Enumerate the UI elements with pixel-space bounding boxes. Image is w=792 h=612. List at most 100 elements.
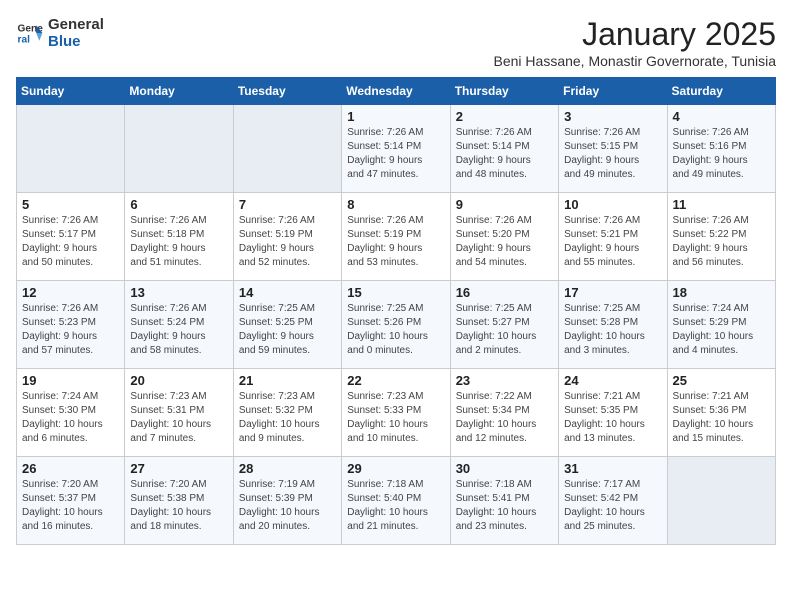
calendar-cell: 27 Sunrise: 7:20 AM Sunset: 5:38 PM Dayli… <box>125 457 233 545</box>
calendar-cell: 17 Sunrise: 7:25 AM Sunset: 5:28 PM Dayli… <box>559 281 667 369</box>
calendar-cell: 4Sunrise: 7:26 AM Sunset: 5:16 PM Daylig… <box>667 105 775 193</box>
day-number: 9 <box>456 197 553 212</box>
title-block: January 2025 Beni Hassane, Monastir Gove… <box>494 16 776 69</box>
day-info: Sunrise: 7:23 AM Sunset: 5:32 PM Dayligh… <box>239 390 336 446</box>
day-info: Sunrise: 7:25 AM Sunset: 5:25 PM Dayligh… <box>239 302 336 358</box>
calendar-cell: 24 Sunrise: 7:21 AM Sunset: 5:35 PM Dayli… <box>559 369 667 457</box>
day-info: Sunrise: 7:24 AM Sunset: 5:30 PM Dayligh… <box>22 390 119 446</box>
calendar-header: SundayMondayTuesdayWednesdayThursdayFrid… <box>17 78 776 105</box>
calendar-cell <box>233 105 341 193</box>
day-info: Sunrise: 7:26 AM Sunset: 5:23 PM Dayligh… <box>22 302 119 358</box>
day-number: 31 <box>564 461 661 476</box>
calendar-cell: 8 Sunrise: 7:26 AM Sunset: 5:19 PM Daylig… <box>342 193 450 281</box>
calendar-cell: 21 Sunrise: 7:23 AM Sunset: 5:32 PM Dayli… <box>233 369 341 457</box>
day-number: 24 <box>564 373 661 388</box>
day-info: Sunrise: 7:23 AM Sunset: 5:33 PM Dayligh… <box>347 390 444 446</box>
day-info: Sunrise: 7:26 AM Sunset: 5:21 PM Dayligh… <box>564 214 661 270</box>
day-number: 11 <box>673 197 770 212</box>
calendar-cell: 5 Sunrise: 7:26 AM Sunset: 5:17 PM Daylig… <box>17 193 125 281</box>
day-number: 22 <box>347 373 444 388</box>
day-info: Sunrise: 7:22 AM Sunset: 5:34 PM Dayligh… <box>456 390 553 446</box>
day-info: Sunrise: 7:23 AM Sunset: 5:31 PM Dayligh… <box>130 390 227 446</box>
calendar-cell: 6Sunrise: 7:26 AM Sunset: 5:18 PM Daylig… <box>125 193 233 281</box>
day-number: 20 <box>130 373 227 388</box>
day-info: Sunrise: 7:26 AM Sunset: 5:19 PM Dayligh… <box>347 214 444 270</box>
day-info: Sunrise: 7:21 AM Sunset: 5:36 PM Dayligh… <box>673 390 770 446</box>
day-number: 23 <box>456 373 553 388</box>
day-number: 14 <box>239 285 336 300</box>
calendar-cell: 18 Sunrise: 7:24 AM Sunset: 5:29 PM Dayli… <box>667 281 775 369</box>
day-number: 29 <box>347 461 444 476</box>
calendar-cell: 30 Sunrise: 7:18 AM Sunset: 5:41 PM Dayli… <box>450 457 558 545</box>
day-info: Sunrise: 7:26 AM Sunset: 5:20 PM Dayligh… <box>456 214 553 270</box>
header-day-monday: Monday <box>125 78 233 105</box>
calendar-cell: 26Sunrise: 7:20 AM Sunset: 5:37 PM Dayli… <box>17 457 125 545</box>
day-number: 30 <box>456 461 553 476</box>
header-day-saturday: Saturday <box>667 78 775 105</box>
calendar-cell: 9 Sunrise: 7:26 AM Sunset: 5:20 PM Daylig… <box>450 193 558 281</box>
month-title: January 2025 <box>494 16 776 53</box>
calendar-cell: 15Sunrise: 7:25 AM Sunset: 5:26 PM Dayli… <box>342 281 450 369</box>
header-day-friday: Friday <box>559 78 667 105</box>
calendar-cell: 10 Sunrise: 7:26 AM Sunset: 5:21 PM Dayli… <box>559 193 667 281</box>
calendar-cell: 16 Sunrise: 7:25 AM Sunset: 5:27 PM Dayli… <box>450 281 558 369</box>
day-info: Sunrise: 7:18 AM Sunset: 5:41 PM Dayligh… <box>456 478 553 534</box>
day-number: 17 <box>564 285 661 300</box>
day-info: Sunrise: 7:26 AM Sunset: 5:15 PM Dayligh… <box>564 126 661 182</box>
day-info: Sunrise: 7:25 AM Sunset: 5:28 PM Dayligh… <box>564 302 661 358</box>
header-day-wednesday: Wednesday <box>342 78 450 105</box>
day-info: Sunrise: 7:18 AM Sunset: 5:40 PM Dayligh… <box>347 478 444 534</box>
day-info: Sunrise: 7:26 AM Sunset: 5:19 PM Dayligh… <box>239 214 336 270</box>
day-number: 1 <box>347 109 444 124</box>
calendar-cell <box>667 457 775 545</box>
logo-text-line2: Blue <box>48 33 104 50</box>
week-row-2: 5 Sunrise: 7:26 AM Sunset: 5:17 PM Daylig… <box>17 193 776 281</box>
day-info: Sunrise: 7:19 AM Sunset: 5:39 PM Dayligh… <box>239 478 336 534</box>
day-info: Sunrise: 7:26 AM Sunset: 5:24 PM Dayligh… <box>130 302 227 358</box>
header-row: SundayMondayTuesdayWednesdayThursdayFrid… <box>17 78 776 105</box>
header-day-sunday: Sunday <box>17 78 125 105</box>
calendar-cell: 3 Sunrise: 7:26 AM Sunset: 5:15 PM Daylig… <box>559 105 667 193</box>
logo: Gene ral General Blue <box>16 16 104 50</box>
day-number: 5 <box>22 197 119 212</box>
calendar-cell: 25 Sunrise: 7:21 AM Sunset: 5:36 PM Dayli… <box>667 369 775 457</box>
calendar-cell: 20 Sunrise: 7:23 AM Sunset: 5:31 PM Dayli… <box>125 369 233 457</box>
day-info: Sunrise: 7:20 AM Sunset: 5:38 PM Dayligh… <box>130 478 227 534</box>
calendar-cell: 12 Sunrise: 7:26 AM Sunset: 5:23 PM Dayli… <box>17 281 125 369</box>
day-info: Sunrise: 7:26 AM Sunset: 5:17 PM Dayligh… <box>22 214 119 270</box>
day-info: Sunrise: 7:24 AM Sunset: 5:29 PM Dayligh… <box>673 302 770 358</box>
day-number: 13 <box>130 285 227 300</box>
day-info: Sunrise: 7:17 AM Sunset: 5:42 PM Dayligh… <box>564 478 661 534</box>
calendar-cell: 2Sunrise: 7:26 AM Sunset: 5:14 PM Daylig… <box>450 105 558 193</box>
day-number: 16 <box>456 285 553 300</box>
day-info: Sunrise: 7:21 AM Sunset: 5:35 PM Dayligh… <box>564 390 661 446</box>
day-number: 3 <box>564 109 661 124</box>
day-info: Sunrise: 7:26 AM Sunset: 5:14 PM Dayligh… <box>347 126 444 182</box>
calendar-body: 1 Sunrise: 7:26 AM Sunset: 5:14 PM Daylig… <box>17 105 776 545</box>
day-number: 6 <box>130 197 227 212</box>
day-number: 12 <box>22 285 119 300</box>
logo-text-line1: General <box>48 16 104 33</box>
calendar-cell: 7Sunrise: 7:26 AM Sunset: 5:19 PM Daylig… <box>233 193 341 281</box>
day-number: 2 <box>456 109 553 124</box>
day-number: 19 <box>22 373 119 388</box>
day-number: 18 <box>673 285 770 300</box>
svg-text:ral: ral <box>18 34 31 45</box>
week-row-3: 12 Sunrise: 7:26 AM Sunset: 5:23 PM Dayli… <box>17 281 776 369</box>
day-number: 27 <box>130 461 227 476</box>
day-info: Sunrise: 7:25 AM Sunset: 5:27 PM Dayligh… <box>456 302 553 358</box>
day-number: 25 <box>673 373 770 388</box>
day-number: 21 <box>239 373 336 388</box>
week-row-1: 1 Sunrise: 7:26 AM Sunset: 5:14 PM Daylig… <box>17 105 776 193</box>
day-info: Sunrise: 7:26 AM Sunset: 5:16 PM Dayligh… <box>673 126 770 182</box>
day-number: 10 <box>564 197 661 212</box>
week-row-5: 26Sunrise: 7:20 AM Sunset: 5:37 PM Dayli… <box>17 457 776 545</box>
day-info: Sunrise: 7:25 AM Sunset: 5:26 PM Dayligh… <box>347 302 444 358</box>
calendar-cell: 11 Sunrise: 7:26 AM Sunset: 5:22 PM Dayli… <box>667 193 775 281</box>
page-header: Gene ral General Blue January 2025 Beni … <box>16 16 776 69</box>
day-info: Sunrise: 7:26 AM Sunset: 5:22 PM Dayligh… <box>673 214 770 270</box>
day-number: 8 <box>347 197 444 212</box>
calendar-cell: 23 Sunrise: 7:22 AM Sunset: 5:34 PM Dayli… <box>450 369 558 457</box>
location-subtitle: Beni Hassane, Monastir Governorate, Tuni… <box>494 53 776 69</box>
header-day-tuesday: Tuesday <box>233 78 341 105</box>
